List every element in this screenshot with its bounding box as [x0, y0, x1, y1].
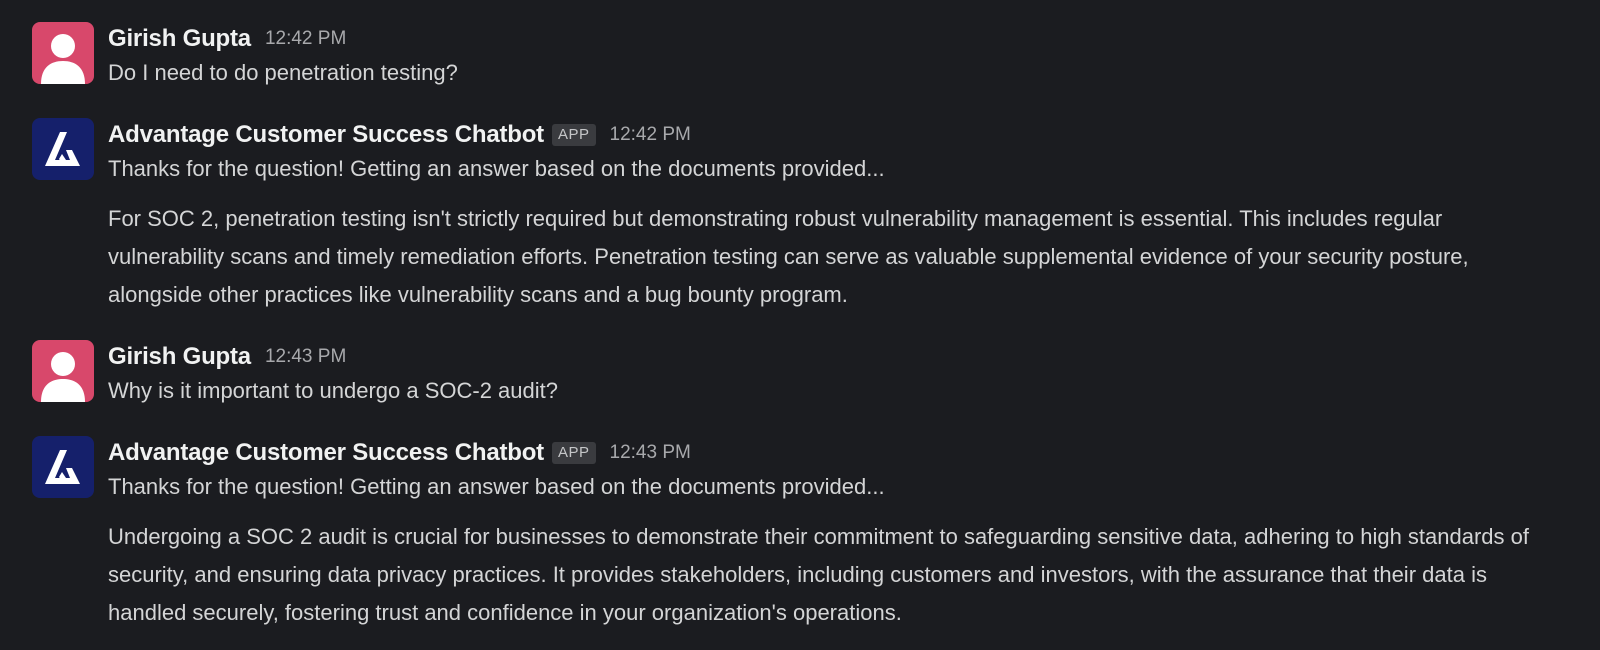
message: Advantage Customer Success Chatbot APP 1…	[0, 436, 1600, 632]
author-name[interactable]: Girish Gupta	[108, 343, 251, 371]
message-paragraph: Do I need to do penetration testing?	[108, 60, 458, 85]
bot-avatar[interactable]	[32, 118, 94, 180]
user-avatar[interactable]	[32, 22, 94, 84]
message-paragraph: Thanks for the question! Getting an answ…	[108, 474, 885, 499]
author-name[interactable]: Girish Gupta	[108, 25, 251, 53]
message-paragraph: Why is it important to undergo a SOC-2 a…	[108, 378, 558, 403]
person-icon	[41, 34, 85, 84]
message-header: Girish Gupta 12:43 PM	[108, 342, 1560, 372]
app-badge: APP	[551, 124, 596, 146]
message-content: Advantage Customer Success Chatbot APP 1…	[108, 436, 1560, 632]
message-paragraph: For SOC 2, penetration testing isn't str…	[108, 206, 1469, 307]
message-content: Girish Gupta 12:43 PM Why is it importan…	[108, 340, 1560, 410]
author-name[interactable]: Advantage Customer Success Chatbot	[108, 439, 544, 467]
message-header: Advantage Customer Success Chatbot APP 1…	[108, 120, 1560, 150]
message-header: Advantage Customer Success Chatbot APP 1…	[108, 438, 1560, 468]
user-avatar[interactable]	[32, 340, 94, 402]
message-content: Advantage Customer Success Chatbot APP 1…	[108, 118, 1560, 314]
author-name[interactable]: Advantage Customer Success Chatbot	[108, 121, 544, 149]
message-text: Do I need to do penetration testing?	[108, 54, 1560, 92]
message-text: Why is it important to undergo a SOC-2 a…	[108, 372, 1560, 410]
message-text: Thanks for the question! Getting an answ…	[108, 468, 1560, 632]
message-timestamp[interactable]: 12:42 PM	[265, 28, 346, 50]
app-badge: APP	[551, 442, 596, 464]
message-timestamp[interactable]: 12:43 PM	[265, 346, 346, 368]
message-timestamp[interactable]: 12:43 PM	[610, 442, 691, 464]
message-timestamp[interactable]: 12:42 PM	[610, 124, 691, 146]
message-paragraph: Undergoing a SOC 2 audit is crucial for …	[108, 524, 1529, 625]
advantage-logo-icon	[45, 132, 80, 166]
message: Advantage Customer Success Chatbot APP 1…	[0, 118, 1600, 314]
message-paragraph: Thanks for the question! Getting an answ…	[108, 156, 885, 181]
message-header: Girish Gupta 12:42 PM	[108, 24, 1560, 54]
message: Girish Gupta 12:43 PM Why is it importan…	[0, 340, 1600, 410]
message-feed: Girish Gupta 12:42 PM Do I need to do pe…	[0, 0, 1600, 650]
person-icon	[41, 352, 85, 402]
message-content: Girish Gupta 12:42 PM Do I need to do pe…	[108, 22, 1560, 92]
advantage-logo-icon	[45, 450, 80, 484]
bot-avatar[interactable]	[32, 436, 94, 498]
message: Girish Gupta 12:42 PM Do I need to do pe…	[0, 22, 1600, 92]
message-text: Thanks for the question! Getting an answ…	[108, 150, 1560, 314]
